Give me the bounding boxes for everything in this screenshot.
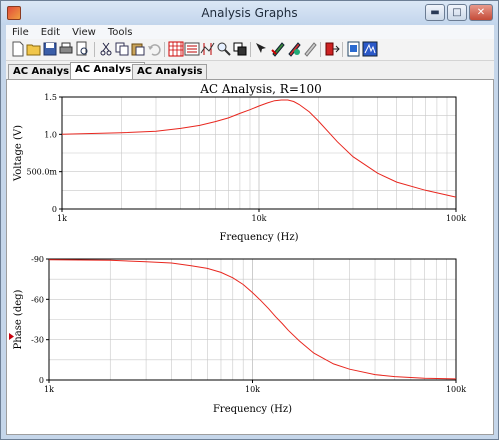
graph-page: 0 500.0m 1.0 1.5 1k 10k 100k AC Analysis, R=100… xyxy=(6,79,494,435)
menu-bar: File Edit View Tools xyxy=(6,25,494,39)
menu-edit[interactable]: Edit xyxy=(35,27,66,38)
analysis-graphs-window: Analysis Graphs ▬ □ ✕ File Edit View Too… xyxy=(0,0,499,440)
select-trace-icon[interactable] xyxy=(254,41,270,57)
close-icon: ✕ xyxy=(476,7,486,18)
y-axis-label: Voltage (V) xyxy=(13,125,24,182)
pen-color-icon[interactable] xyxy=(270,41,286,57)
minimize-button[interactable]: ▬ xyxy=(425,4,445,21)
x-tick-label: 100k xyxy=(446,214,466,223)
cursors-icon[interactable] xyxy=(200,41,216,57)
toolbar xyxy=(6,39,494,61)
paste-icon[interactable] xyxy=(130,41,146,57)
chart-title: AC Analysis, R=100 xyxy=(199,82,322,96)
y-tick-label: 1.0 xyxy=(44,130,57,139)
close-button[interactable]: ✕ xyxy=(469,4,493,21)
pen-style-icon[interactable] xyxy=(286,41,302,57)
status-bar xyxy=(6,435,494,439)
minimize-icon: ▬ xyxy=(430,7,440,18)
y-tick-label: 500.0m xyxy=(27,168,58,177)
menu-tools[interactable]: Tools xyxy=(102,27,139,38)
graphs-canvas[interactable]: 0 500.0m 1.0 1.5 1k 10k 100k AC Analysis, R=100… xyxy=(7,80,493,434)
cut-icon[interactable] xyxy=(98,41,114,57)
y-tick-label: 0 xyxy=(52,205,57,214)
grid-icon[interactable] xyxy=(168,41,184,57)
new-icon[interactable] xyxy=(10,41,26,57)
page-properties-icon[interactable] xyxy=(346,41,362,57)
maximize-button[interactable]: □ xyxy=(447,4,467,21)
y-tick-label: -30 xyxy=(31,336,44,345)
print-preview-icon[interactable] xyxy=(74,41,90,57)
x-axis-label: Frequency (Hz) xyxy=(213,404,292,415)
undo-icon[interactable] xyxy=(146,41,162,57)
x-tick-label: 1k xyxy=(44,385,54,394)
x-tick-label: 100k xyxy=(446,385,466,394)
y-tick-label: -90 xyxy=(31,255,44,264)
properties-icon[interactable] xyxy=(302,41,318,57)
save-icon[interactable] xyxy=(42,41,58,57)
x-axis-label: Frequency (Hz) xyxy=(219,232,298,243)
x-tick-label: 1k xyxy=(57,214,67,223)
zoom-icon[interactable] xyxy=(216,41,232,57)
export-icon[interactable] xyxy=(324,41,340,57)
y-tick-label: 1.5 xyxy=(44,93,57,102)
y-axis-label: Phase (deg) xyxy=(13,289,24,349)
menu-view[interactable]: View xyxy=(66,27,102,38)
maximize-icon: □ xyxy=(452,7,462,18)
graph-tabs: AC Analysis AC Analysis AC Analysis xyxy=(6,61,494,79)
title-bar[interactable]: Analysis Graphs ▬ □ ✕ xyxy=(1,1,498,25)
copy-icon[interactable] xyxy=(114,41,130,57)
overlay-icon[interactable] xyxy=(232,41,248,57)
y-tick-label: 0 xyxy=(39,376,44,385)
legend-icon[interactable] xyxy=(184,41,200,57)
x-tick-label: 10k xyxy=(251,214,266,223)
tab-ac-analysis-3[interactable]: AC Analysis xyxy=(132,64,208,79)
window-title: Analysis Graphs xyxy=(201,6,298,20)
y-tick-label: -60 xyxy=(31,295,44,304)
print-icon[interactable] xyxy=(58,41,74,57)
graph-properties-icon[interactable] xyxy=(362,41,378,57)
x-tick-label: 10k xyxy=(245,385,260,394)
open-icon[interactable] xyxy=(26,41,42,57)
menu-file[interactable]: File xyxy=(6,27,35,38)
